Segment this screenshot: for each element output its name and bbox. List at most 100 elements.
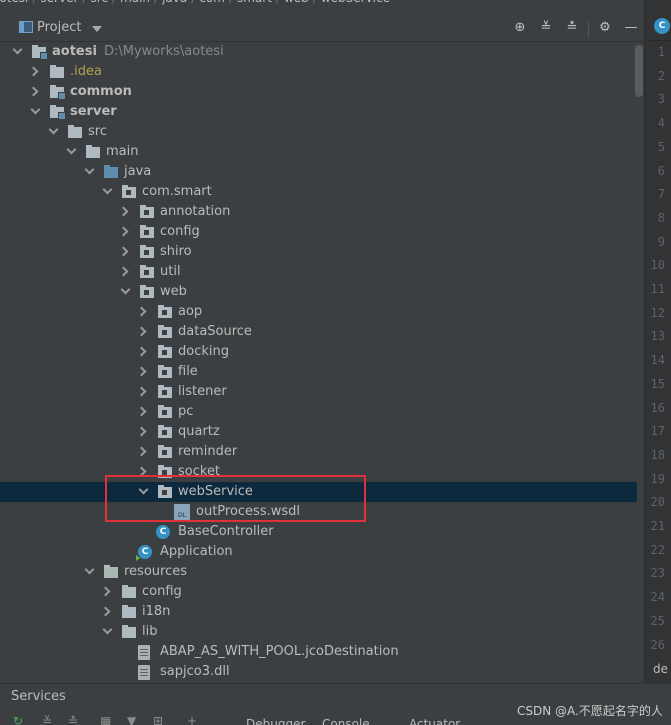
tree-folder-row[interactable]: resources — [0, 562, 637, 582]
tree-folder-row[interactable]: com.smart — [0, 182, 637, 202]
chevron-right-icon[interactable] — [136, 306, 147, 317]
tree-item-label: quartz — [178, 424, 220, 439]
tree-folder-row[interactable]: reminder — [0, 442, 637, 462]
chevron-right-icon[interactable] — [28, 66, 39, 77]
chevron-right-icon[interactable] — [136, 426, 147, 437]
tree-folder-row[interactable]: listener — [0, 382, 637, 402]
tree-folder-row[interactable]: server — [0, 102, 637, 122]
services-title[interactable]: Services — [11, 689, 66, 704]
tree-file-row[interactable]: C BaseController — [0, 522, 637, 542]
breadcrumb-item[interactable]: web — [284, 0, 309, 5]
tree-folder-row[interactable]: .idea — [0, 62, 637, 82]
chevron-down-icon[interactable] — [66, 144, 77, 155]
chevron-down-icon[interactable] — [102, 624, 113, 635]
panel-title[interactable]: Project — [37, 20, 81, 35]
breadcrumb-item[interactable]: main — [120, 0, 150, 5]
chevron-right-icon[interactable] — [100, 586, 111, 597]
project-tree[interactable]: aotesi D:\Myworks\aotesi .idea common server… — [0, 42, 637, 682]
tree-item-label: main — [106, 144, 139, 159]
expand-all-icon[interactable]: ≚ — [537, 19, 555, 37]
tree-folder-row[interactable]: java — [0, 162, 637, 182]
breadcrumb-item[interactable]: webService — [321, 0, 390, 5]
chevron-right-icon[interactable] — [136, 326, 147, 337]
chevron-right-icon[interactable] — [118, 246, 129, 257]
line-number: 4 — [657, 116, 665, 131]
tree-file-row[interactable]: C Application — [0, 542, 637, 562]
tree-folder-row[interactable]: aotesi D:\Myworks\aotesi — [0, 42, 637, 62]
class-editor-tab-icon[interactable]: C — [654, 18, 670, 34]
chevron-down-icon[interactable] — [84, 164, 95, 175]
tree-file-row[interactable]: ABAP_AS_WITH_POOL.jcoDestination — [0, 642, 637, 662]
tree-folder-row[interactable]: pc — [0, 402, 637, 422]
chevron-right-icon[interactable] — [136, 406, 147, 417]
collapse-icon[interactable]: ≛ — [68, 715, 80, 725]
breadcrumb-item[interactable]: com — [199, 0, 225, 5]
tree-folder-row[interactable]: dataSource — [0, 322, 637, 342]
package-icon — [140, 205, 154, 218]
rerun-icon[interactable]: ↻ — [13, 715, 25, 725]
filter-icon[interactable]: ▼ — [127, 715, 139, 725]
chevron-down-icon[interactable] — [12, 44, 23, 55]
tree-folder-row[interactable]: common — [0, 82, 637, 102]
chevron-right-icon[interactable] — [118, 206, 129, 217]
module-path: D:\Myworks\aotesi — [104, 44, 224, 59]
locate-icon[interactable]: ⊕ — [511, 19, 529, 37]
line-number: 16 — [650, 400, 665, 415]
chevron-right-icon[interactable] — [136, 386, 147, 397]
tree-folder-row[interactable]: main — [0, 142, 637, 162]
tree-folder-row[interactable]: annotation — [0, 202, 637, 222]
tree-folder-row[interactable]: aop — [0, 302, 637, 322]
add-icon[interactable]: + — [187, 715, 199, 725]
gutter-divider — [644, 40, 671, 41]
chevron-down-icon[interactable] — [48, 124, 59, 135]
tree-folder-row[interactable]: file — [0, 362, 637, 382]
tree-folder-row[interactable]: web — [0, 282, 637, 302]
gear-icon[interactable]: ⚙ — [596, 19, 614, 37]
view-dropdown-icon[interactable] — [92, 26, 102, 32]
tree-folder-row[interactable]: shiro — [0, 242, 637, 262]
chevron-right-icon[interactable] — [28, 86, 39, 97]
tree-folder-row[interactable]: config — [0, 582, 637, 602]
chevron-down-icon[interactable] — [84, 564, 95, 575]
breadcrumb-item[interactable]: server — [40, 0, 78, 5]
tab-actuator[interactable]: Actuator — [409, 717, 460, 725]
breadcrumb-item[interactable]: src — [90, 0, 108, 5]
package-icon — [158, 365, 172, 378]
chevron-right-icon[interactable] — [136, 346, 147, 357]
tree-item-label: reminder — [178, 444, 238, 459]
editor-side-tab[interactable]: de — [653, 662, 668, 676]
tree-folder-row[interactable]: quartz — [0, 422, 637, 442]
tree-folder-row[interactable]: lib — [0, 622, 637, 642]
chevron-down-icon[interactable] — [30, 104, 41, 115]
folder-icon — [122, 585, 136, 598]
tree-item-label: Application — [160, 544, 233, 559]
line-number: 18 — [650, 447, 665, 462]
tree-item-label: dataSource — [178, 324, 252, 339]
tree-item-label: sapjco3.dll — [160, 664, 230, 679]
tree-folder-row[interactable]: config — [0, 222, 637, 242]
group-icon[interactable]: ▦ — [100, 715, 112, 725]
hide-panel-icon[interactable]: — — [622, 19, 640, 37]
chevron-right-icon[interactable] — [136, 446, 147, 457]
chevron-right-icon[interactable] — [100, 606, 111, 617]
tab-console[interactable]: Console — [322, 717, 370, 725]
expand-icon[interactable]: ≚ — [42, 715, 54, 725]
folder-icon — [86, 145, 100, 158]
collapse-all-icon[interactable]: ≛ — [563, 19, 581, 37]
package-icon — [140, 225, 154, 238]
breadcrumb-item[interactable]: java — [162, 0, 187, 5]
chevron-right-icon[interactable] — [118, 226, 129, 237]
tab-debugger[interactable]: Debugger — [246, 717, 305, 725]
tree-folder-row[interactable]: util — [0, 262, 637, 282]
new-tab-icon[interactable]: ⊞ — [153, 715, 165, 725]
tree-folder-row[interactable]: src — [0, 122, 637, 142]
breadcrumb-item[interactable]: aotesi — [0, 0, 28, 5]
breadcrumb-item[interactable]: smart — [237, 0, 272, 5]
chevron-right-icon[interactable] — [136, 366, 147, 377]
chevron-down-icon[interactable] — [120, 284, 131, 295]
chevron-down-icon[interactable] — [102, 184, 113, 195]
tree-file-row[interactable]: sapjco3.dll — [0, 662, 637, 682]
tree-folder-row[interactable]: docking — [0, 342, 637, 362]
tree-folder-row[interactable]: i18n — [0, 602, 637, 622]
chevron-right-icon[interactable] — [118, 266, 129, 277]
